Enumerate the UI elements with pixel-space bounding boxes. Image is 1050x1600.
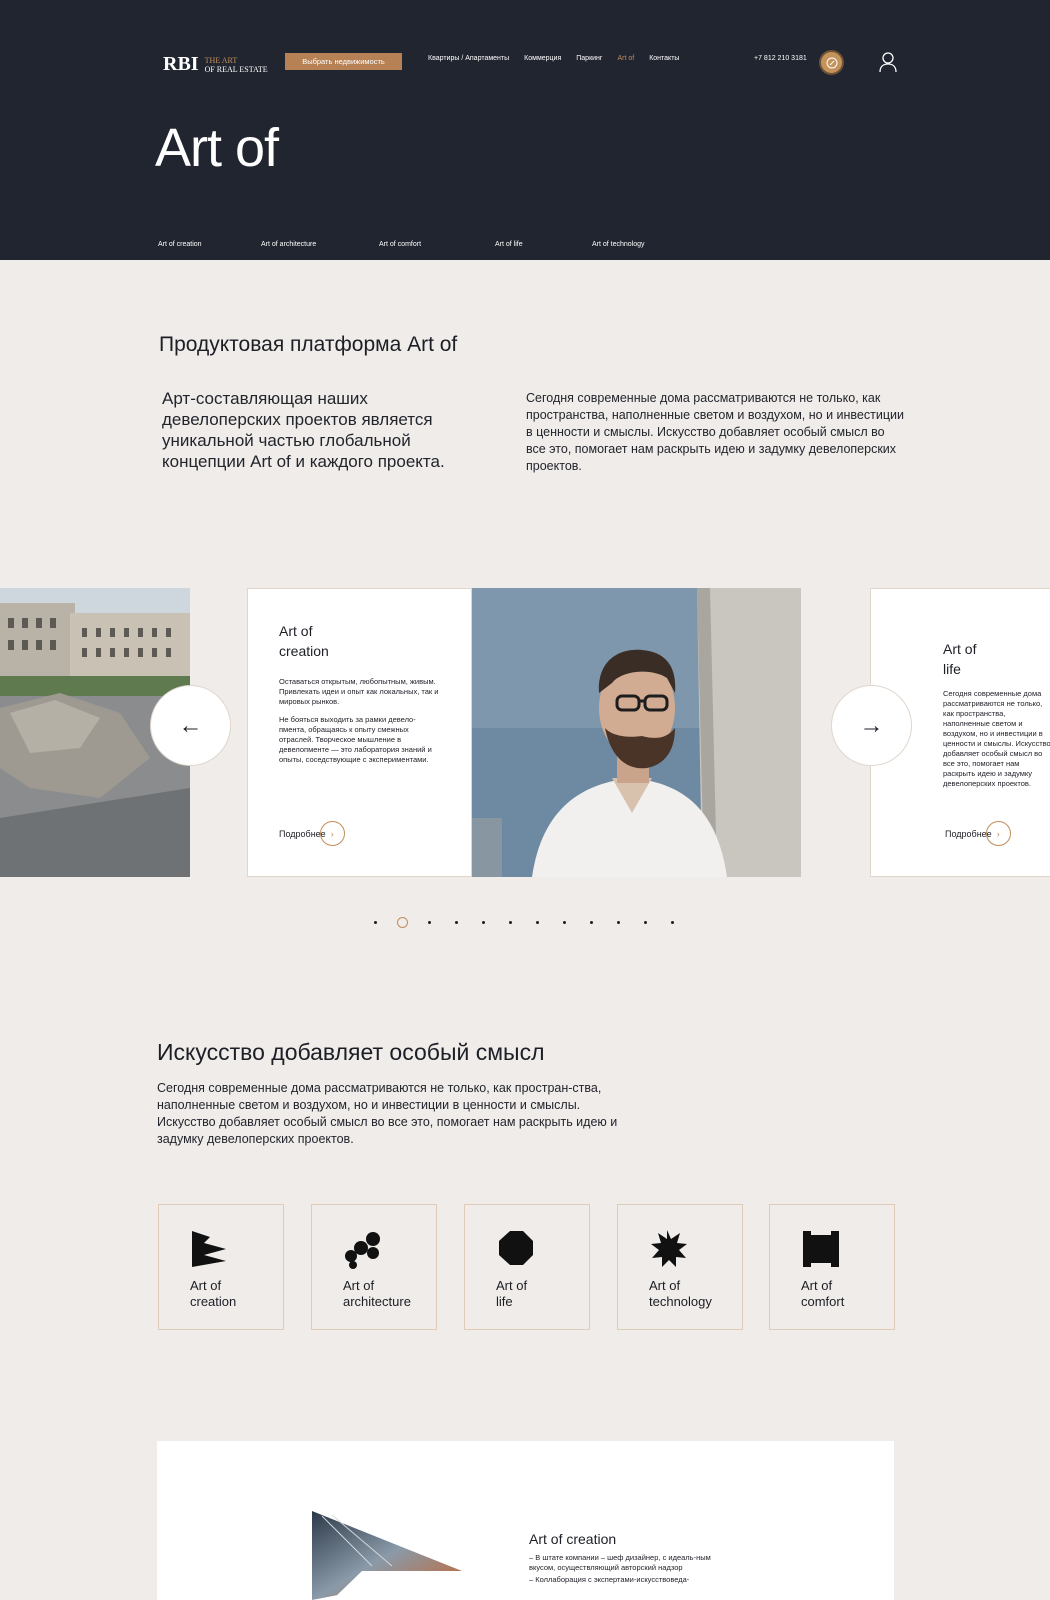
subnav-art-of-comfort[interactable]: Art of comfort [379, 241, 421, 248]
slide-card-text: Оставаться открытым, любопытным, живым. … [279, 677, 439, 764]
phone-number[interactable]: +7 812 210 3181 [754, 55, 807, 62]
pagination-dot[interactable] [644, 921, 647, 924]
life-icon [499, 1231, 533, 1265]
subnav-art-of-life[interactable]: Art of life [495, 241, 523, 248]
choose-property-button[interactable]: Выбрать недвижимость [285, 53, 402, 70]
logo-text: THE ART OF REAL ESTATE [204, 55, 268, 74]
logo-mark: RBI [163, 53, 199, 75]
slider-pagination [374, 917, 698, 928]
coin-icon[interactable] [819, 50, 844, 75]
architecture-icon [345, 1232, 380, 1269]
subnav-art-of-creation[interactable]: Art of creation [158, 241, 202, 248]
comfort-icon [803, 1231, 839, 1267]
next-slide-button[interactable]: → [831, 685, 912, 766]
nav-item-apartments[interactable]: Квартиры / Апартаменты [428, 55, 509, 62]
slide-card-title: Art of creation [279, 623, 329, 659]
logo[interactable]: RBI THE ART OF REAL ESTATE [163, 53, 268, 76]
pagination-dot[interactable] [536, 921, 539, 924]
tile-art-of-creation[interactable]: Art of creation [158, 1204, 284, 1330]
more-link[interactable]: Подробнее › [279, 821, 345, 846]
pagination-dot[interactable] [617, 921, 620, 924]
pagination-dot[interactable] [374, 921, 377, 924]
tile-art-of-life[interactable]: Art of life [464, 1204, 590, 1330]
pagination-dot[interactable] [590, 921, 593, 924]
technology-icon [651, 1230, 687, 1267]
slide-portrait-image [472, 588, 801, 877]
slide-card-creation: Art of creation Оставаться открытым, люб… [247, 588, 472, 877]
subnav-art-of-technology[interactable]: Art of technology [592, 241, 645, 248]
nav-item-contacts[interactable]: Контакты [649, 55, 679, 62]
pagination-dot[interactable] [509, 921, 512, 924]
more-link[interactable]: Подробнее › [945, 821, 1011, 846]
art-description: Сегодня современные дома рассматриваются… [157, 1081, 618, 1146]
page-title: Art of [155, 118, 279, 178]
hero-header: RBI THE ART OF REAL ESTATE Выбрать недви… [0, 0, 1050, 260]
slide-card-title: Art of life [943, 641, 977, 677]
creation-detail-panel: Art of creation – В штате компании – шеф… [157, 1441, 894, 1600]
main-nav: Квартиры / Апартаменты Коммерция Паркинг… [428, 55, 679, 62]
creation-icon [192, 1231, 226, 1267]
platform-description: Сегодня современные дома рассматриваются… [526, 391, 904, 473]
nav-item-parking[interactable]: Паркинг [576, 55, 602, 62]
arrow-right-icon: → [859, 711, 884, 739]
building-image [312, 1511, 462, 1600]
arrow-left-icon: ← [178, 711, 203, 739]
nav-item-commerce[interactable]: Коммерция [524, 55, 561, 62]
list-item: – В штате компании – шеф дизайнер, с иде… [529, 1553, 711, 1572]
platform-lead: Арт-составляющая наших девелоперских про… [162, 389, 445, 471]
chevron-right-icon: › [985, 821, 1011, 846]
pagination-dot[interactable] [455, 921, 458, 924]
subnav-art-of-architecture[interactable]: Art of architecture [261, 241, 316, 248]
pagination-dot[interactable] [482, 921, 485, 924]
platform-heading: Продуктовая платформа Art of [159, 333, 458, 356]
pagination-dot[interactable] [563, 921, 566, 924]
creation-title: Art of creation [529, 1531, 617, 1547]
creation-list: – В штате компании – шеф дизайнер, с иде… [529, 1553, 729, 1587]
slide-card-text: Сегодня современные дома рассматриваются… [943, 689, 1050, 788]
pagination-dot[interactable] [428, 921, 431, 924]
list-item: – Коллаборация с экспертами-искусствовед… [529, 1575, 690, 1584]
chevron-right-icon: › [319, 821, 345, 846]
user-icon[interactable] [878, 51, 898, 73]
art-heading: Искусство добавляет особый смысл [157, 1039, 545, 1065]
tile-art-of-architecture[interactable]: Art of architecture [311, 1204, 437, 1330]
pagination-dot[interactable] [397, 917, 408, 928]
tile-art-of-technology[interactable]: Art of technology [617, 1204, 743, 1330]
pagination-dot[interactable] [671, 921, 674, 924]
prev-slide-button[interactable]: ← [150, 685, 231, 766]
nav-item-art-of[interactable]: Art of [617, 55, 634, 62]
tile-art-of-comfort[interactable]: Art of comfort [769, 1204, 895, 1330]
